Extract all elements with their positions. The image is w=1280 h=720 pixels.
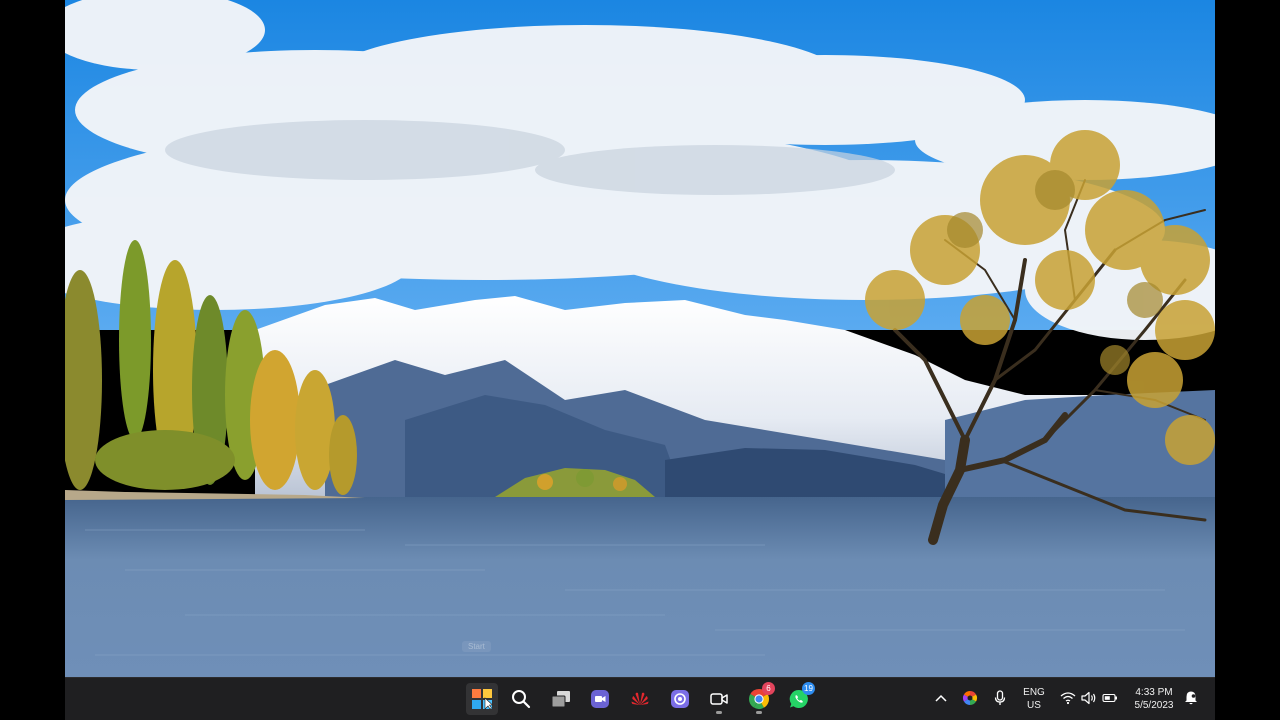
language-indicator[interactable]: ENG US xyxy=(1017,686,1051,712)
teams-chat-button[interactable] xyxy=(584,683,616,715)
desktop-screen: Start 6 19 ENG US 4:33 PM 5/5/2023 xyxy=(65,0,1215,720)
taskbar: 6 19 ENG US 4:33 PM 5/5/2023 xyxy=(65,677,1215,720)
notification-center-button[interactable] xyxy=(1182,689,1200,707)
wifi-icon xyxy=(1060,692,1076,705)
color-wheel-icon xyxy=(963,691,977,705)
clock[interactable]: 4:33 PM 5/5/2023 xyxy=(1128,686,1180,712)
show-hidden-icons-button[interactable] xyxy=(932,689,950,707)
teams-chat-icon xyxy=(591,690,609,708)
screen-recorder-icon xyxy=(671,690,689,708)
whatsapp-notification-badge: 19 xyxy=(802,682,815,695)
chrome-running-indicator xyxy=(756,711,762,714)
huawei-icon xyxy=(631,692,649,705)
search-button[interactable] xyxy=(505,683,537,715)
clock-time: 4:33 PM xyxy=(1135,687,1173,698)
screen-recorder-button[interactable] xyxy=(664,683,696,715)
network-button[interactable] xyxy=(1059,689,1077,707)
zoom-icon xyxy=(710,693,728,705)
battery-icon xyxy=(1102,693,1117,703)
start-tooltip: Start xyxy=(462,641,491,652)
huawei-button[interactable] xyxy=(624,683,656,715)
chrome-notification-badge: 6 xyxy=(762,682,775,695)
whatsapp-button[interactable]: 19 xyxy=(783,682,815,715)
chrome-button[interactable]: 6 xyxy=(743,682,775,715)
task-view-icon xyxy=(551,691,570,708)
start-button[interactable] xyxy=(466,683,498,715)
microphone-button[interactable] xyxy=(991,689,1009,707)
tray-app-button[interactable] xyxy=(961,689,979,707)
task-view-button[interactable] xyxy=(545,683,577,715)
zoom-button[interactable] xyxy=(703,683,735,715)
zoom-running-indicator xyxy=(716,711,722,714)
speaker-icon xyxy=(1081,691,1096,705)
windows-start-icon xyxy=(472,689,493,710)
desktop-wallpaper xyxy=(65,0,1215,677)
search-icon xyxy=(512,690,531,709)
battery-button[interactable] xyxy=(1101,689,1119,707)
language-code: ENG xyxy=(1023,687,1045,698)
volume-button[interactable] xyxy=(1080,689,1098,707)
clock-date: 5/5/2023 xyxy=(1134,700,1174,711)
notification-bell-icon xyxy=(1185,691,1197,705)
chevron-up-icon xyxy=(935,694,947,702)
microphone-icon xyxy=(994,690,1006,705)
region-code: US xyxy=(1027,700,1041,711)
